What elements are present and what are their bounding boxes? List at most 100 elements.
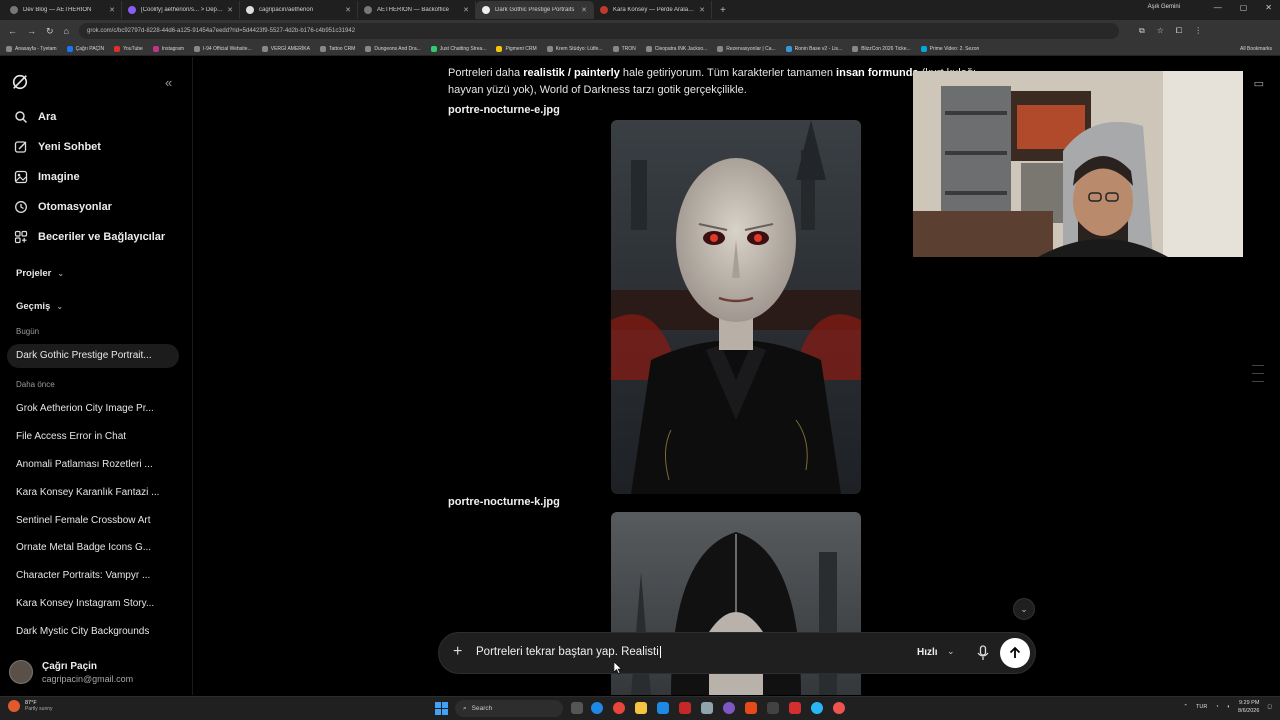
bookmark[interactable]: I-94 Official Website... [194,45,252,52]
history-item[interactable]: File Access Error in Chat [16,431,166,442]
reload-icon[interactable]: ↻ [46,26,54,37]
minimize-icon[interactable]: — [1214,3,1222,12]
maximize-icon[interactable]: ▢ [1240,3,1248,12]
bookmark[interactable]: BlizzCon 2026 Ticke... [852,45,911,52]
bookmark[interactable]: Pigment CRM [496,45,537,52]
url-field[interactable]: grok.com/c/bc92797d-8228-44d6-a125-91454… [78,23,1119,39]
app-icon[interactable] [833,702,845,714]
bookmark-icon [194,45,201,52]
artifacts-icon[interactable]: ▭ [1254,77,1264,90]
bookmark[interactable]: Instagram [152,45,184,52]
app-icon[interactable] [789,702,801,714]
history-item[interactable]: Character Portraits: Vampyr ... [16,570,166,581]
browser-tab[interactable]: AETHERION — Backoffice ✕ [358,1,476,19]
bookmark[interactable]: Tattoo CRM [319,45,355,52]
projects-section-toggle[interactable]: Projeler ⌄ [16,268,64,279]
close-tab-icon[interactable]: ✕ [463,6,469,14]
bookmark[interactable]: Prime Video: 2. Sezon [920,45,979,52]
telegram-icon[interactable] [811,702,823,714]
chevron-down-icon[interactable]: ⌄ [947,646,955,657]
bookmark[interactable]: Krem Stüdyo: Lütfe... [546,45,603,52]
bookmark[interactable]: Rezervasyonlar | Ca... [717,45,776,52]
browser-tab[interactable]: cagripacin/aetherion ✕ [240,1,358,19]
history-item[interactable]: Ornate Metal Badge Icons G... [16,542,166,553]
bookmark-icon [546,45,553,52]
generated-portrait-image[interactable] [611,120,861,494]
user-profile[interactable]: Çağrı Paçin cagripacin@gmail.com [9,660,133,684]
bookmark[interactable]: Dungeons And Dra... [365,45,421,52]
tray-chevron-icon[interactable]: ⌃ [1183,704,1188,710]
attach-plus-button[interactable]: + [453,643,462,661]
home-icon[interactable]: ⌂ [64,26,69,36]
browser-tab[interactable]: Dev Blog — AETHERION ✕ [4,1,122,19]
grok-logo-icon[interactable] [11,73,29,91]
bookmark-icon [365,45,372,52]
browser-tab[interactable]: [Coolify] aetherion/s... > Deploy ✕ [122,1,240,19]
taskbar-clock[interactable]: 9:29 PM 8/6/2026 [1238,699,1259,715]
bookmark[interactable]: Anasayfa - Tyetam [6,45,57,52]
menu-item-imagine[interactable]: Imagine [14,170,80,184]
browser-tab-active[interactable]: Dark Gothic Prestige Portraits ✕ [476,1,594,19]
new-tab-button[interactable]: + [720,5,726,16]
scroll-to-bottom-button[interactable]: ⌄ [1013,598,1035,620]
discord-icon[interactable] [723,702,735,714]
bookmark-icon [612,45,619,52]
menu-icon[interactable]: ⋮ [1194,26,1202,36]
edge-icon[interactable] [591,702,603,714]
bookmark[interactable]: Ronin Base v2 - Lis... [785,45,842,52]
history-item[interactable]: Grok Aetherion City Image Pr... [16,403,166,414]
all-bookmarks-button[interactable]: All Bookmarks [1240,46,1272,52]
taskbar-search[interactable]: ⌕ Search [455,700,563,717]
volume-icon[interactable]: ◖ [1227,704,1230,710]
bookmark[interactable]: Just Chatting Strea... [430,45,486,52]
forward-icon[interactable]: → [27,26,36,36]
translate-icon[interactable]: ⧉ [1139,26,1145,36]
chrome-icon[interactable] [613,702,625,714]
skype-icon[interactable] [657,702,669,714]
app-icon[interactable] [745,702,757,714]
menu-item-search[interactable]: Ara [14,110,56,124]
file-explorer-icon[interactable] [635,702,647,714]
close-tab-icon[interactable]: ✕ [699,6,705,14]
language-indicator[interactable]: TUR [1196,704,1207,710]
browser-tab[interactable]: Kara Konsey — Perde Aralanıyor ✕ [594,1,712,19]
history-item[interactable]: Sentinel Female Crossbow Art [16,515,166,526]
history-item[interactable]: Kara Konsey Karanlık Fantazi ... [16,487,166,498]
terminal-icon[interactable] [767,702,779,714]
close-tab-icon[interactable]: ✕ [345,6,351,14]
app-icon[interactable] [679,702,691,714]
history-item[interactable]: Dark Mystic City Backgrounds [16,626,166,637]
bookmark-star-icon[interactable]: ☆ [1157,26,1164,36]
page-outline-indicator[interactable] [1252,365,1264,389]
notifications-icon[interactable]: ◻ [1267,704,1272,710]
menu-item-automations[interactable]: Otomasyonlar [14,200,112,214]
history-section-toggle[interactable]: Geçmiş ⌄ [16,301,63,312]
history-item[interactable]: Kara Konsey Instagram Story... [16,598,166,609]
microphone-icon[interactable] [976,645,990,661]
collapse-sidebar-button[interactable]: « [165,75,172,90]
message-input[interactable]: Portreleri tekrar baştan yap. Realisti [476,646,661,658]
close-tab-icon[interactable]: ✕ [109,6,115,14]
windows-start-icon[interactable] [435,702,448,715]
close-tab-icon[interactable]: ✕ [227,6,233,14]
bookmark[interactable]: VERGİ AMERİKA [261,45,310,52]
close-tab-icon[interactable]: ✕ [581,6,587,14]
menu-item-new-chat[interactable]: Yeni Sohbet [14,140,101,154]
menu-item-connectors[interactable]: Beceriler ve Bağlayıcılar [14,230,165,244]
history-item[interactable]: Anomali Patlaması Rozetleri ... [16,459,166,470]
model-mode-selector[interactable]: Hızlı [917,647,938,658]
profile-chip[interactable]: Aşık Gemini [1148,4,1180,10]
extensions-icon[interactable]: ⧠ [1176,26,1182,36]
bookmark[interactable]: YouTube [114,45,143,52]
wifi-icon[interactable]: ◔ [1215,704,1218,710]
back-icon[interactable]: ← [8,26,17,36]
weather-widget[interactable]: 87°F Partly sunny [8,700,53,712]
bookmark[interactable]: TRON [612,45,636,52]
send-button[interactable] [1000,638,1030,668]
task-view-icon[interactable] [571,702,583,714]
close-window-icon[interactable]: ✕ [1265,3,1272,12]
bookmark[interactable]: Çağrı PAÇİN [66,45,104,52]
history-item-active[interactable]: Dark Gothic Prestige Portrait... [7,344,179,368]
bookmark[interactable]: Cleopatra INK Jackso... [645,45,707,52]
steam-icon[interactable] [701,702,713,714]
